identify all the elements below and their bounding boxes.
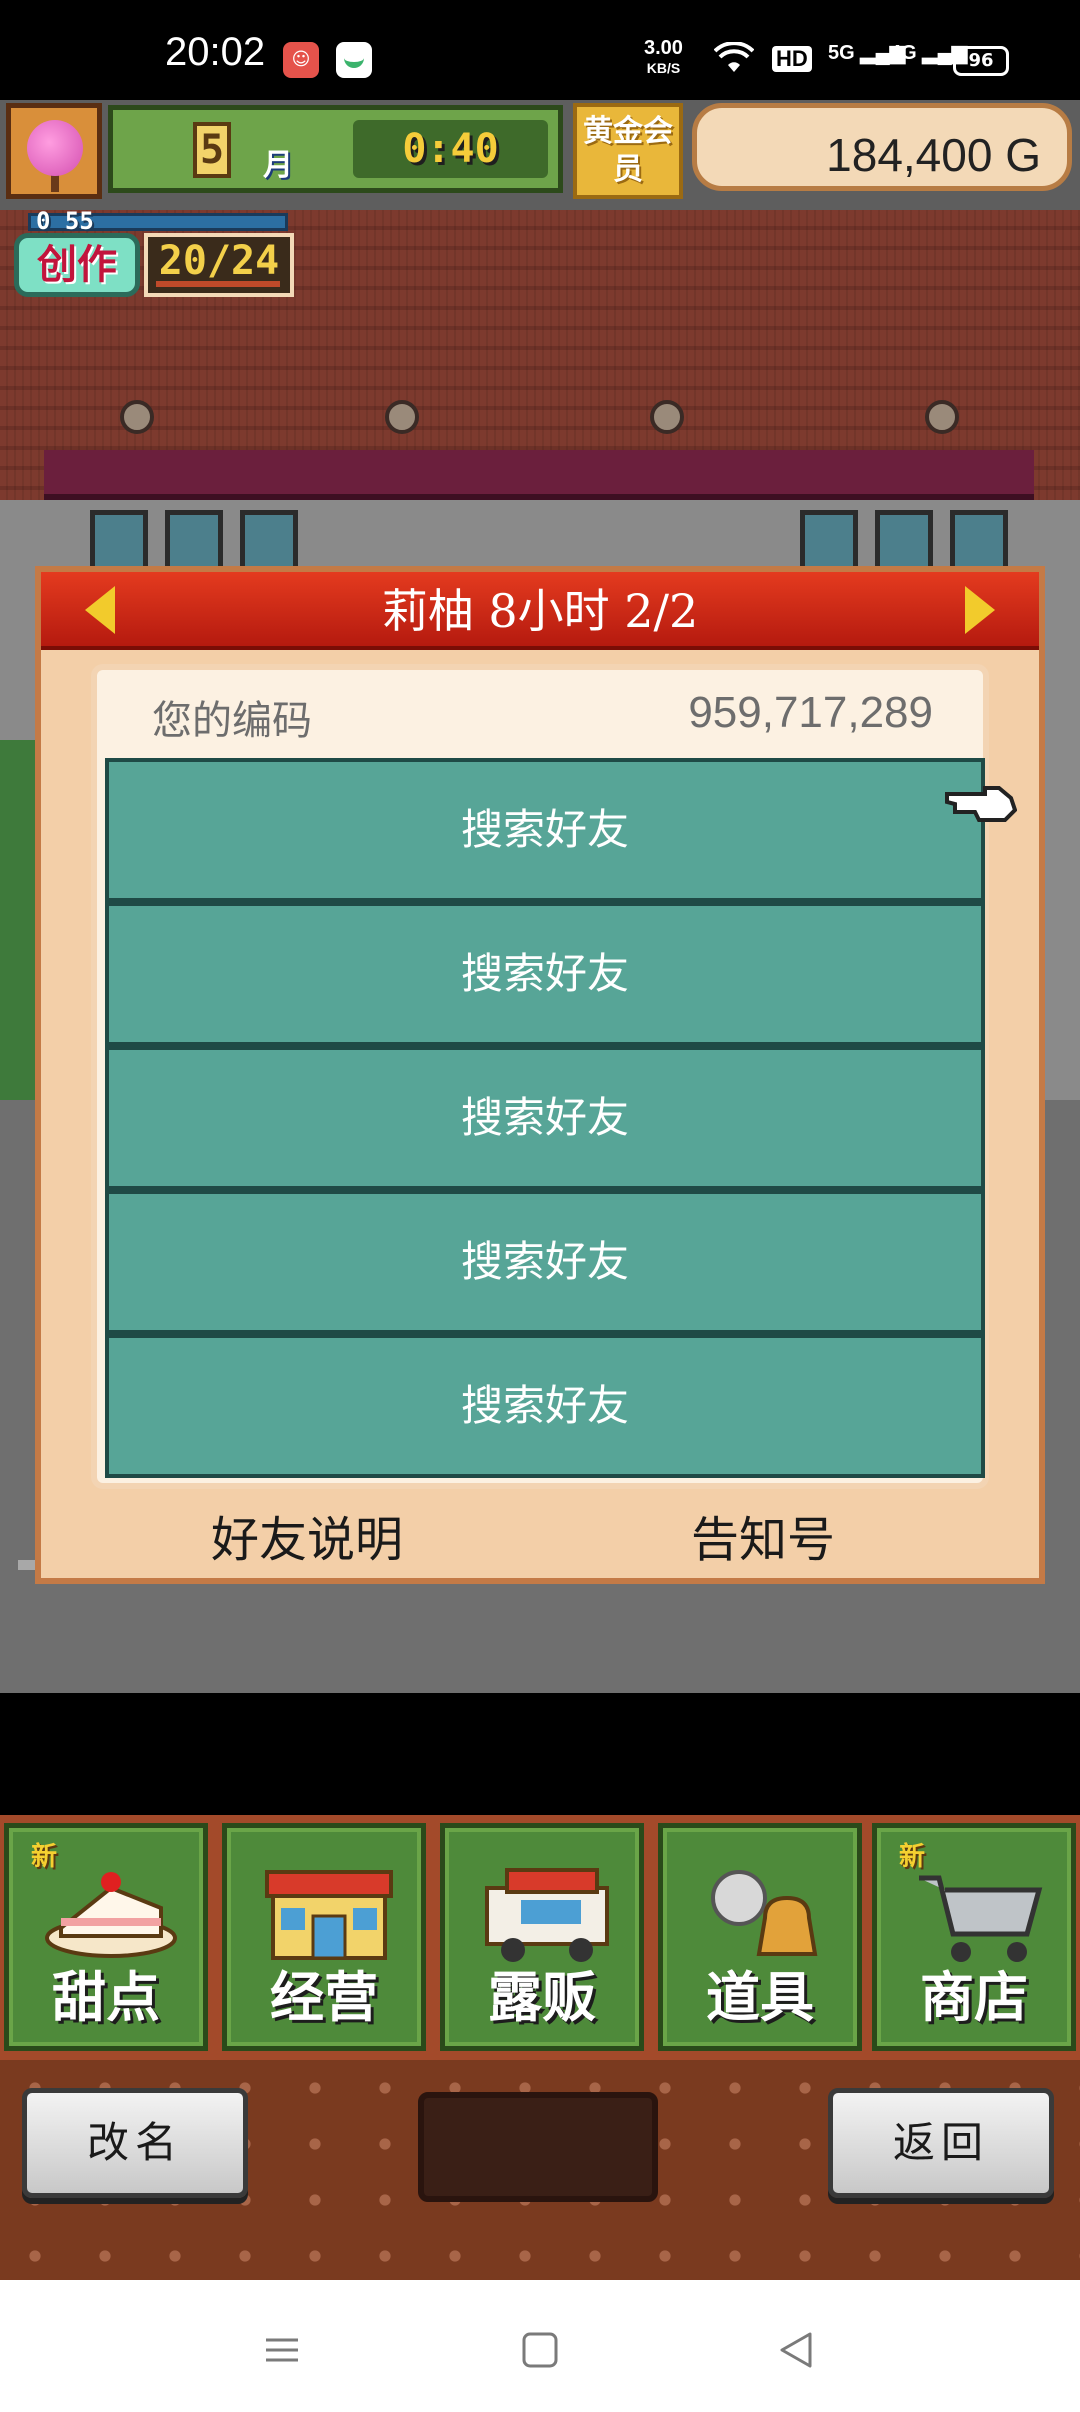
gold-member-badge[interactable]: 黄金会员 <box>573 103 683 199</box>
hd-icon: HD <box>772 46 812 72</box>
center-display-slot <box>418 2092 658 2202</box>
create-count: 20/24 <box>144 233 294 297</box>
status-bar: 20:02 ☺ 3.00 KB/S HD 5G ▂▄▆ 4G ▂▄▆ 96 <box>0 0 1080 100</box>
search-friend-slot[interactable]: 搜索好友 <box>105 758 985 902</box>
search-friend-label: 搜索好友 <box>460 949 629 998</box>
lamp-decoration <box>120 400 154 434</box>
menu-management-button[interactable]: 经营 <box>222 1823 426 2051</box>
notice-button[interactable]: 告知号 <box>691 1500 835 1570</box>
main-menu-bar: 新 甜点 经营 露贩 道具 新 商店 <box>0 1815 1080 2060</box>
search-friend-slot[interactable]: 搜索好友 <box>105 1190 985 1334</box>
menu-stall-label: 露贩 <box>488 1966 596 2029</box>
menu-items-button[interactable]: 道具 <box>658 1823 862 2051</box>
money-value: 184,400 G <box>826 129 1041 181</box>
status-time: 20:02 <box>165 30 266 74</box>
player-avatar-tree[interactable] <box>6 103 102 199</box>
create-progress-label: 0 55 <box>36 207 94 235</box>
lamp-decoration <box>925 400 959 434</box>
search-friend-label: 搜索好友 <box>460 1381 629 1430</box>
app-notification-icon: ☺ <box>283 42 319 78</box>
menu-management-label: 经营 <box>270 1966 378 2029</box>
menu-dessert-label: 甜点 <box>52 1966 160 2029</box>
pointer-hand-icon <box>945 780 1018 826</box>
item-bag-icon <box>695 1858 835 1968</box>
create-button[interactable]: 创作 <box>14 233 140 297</box>
menu-items-label: 道具 <box>706 1966 814 2029</box>
lamp-decoration <box>650 400 684 434</box>
friend-code-row: 您的编码 959,717,289 <box>97 670 983 758</box>
search-friend-slot[interactable]: 搜索好友 <box>105 1046 985 1190</box>
shopping-cart-icon <box>909 1858 1049 1968</box>
dialog-footer: 好友说明 告知号 <box>41 1492 1039 1578</box>
search-friend-slot[interactable]: 搜索好友 <box>105 1334 985 1478</box>
battery-indicator: 96 <box>953 46 1009 76</box>
tree-decoration <box>0 740 40 1140</box>
network-speed: 3.00 KB/S <box>644 38 683 78</box>
control-bar: 改名 返回 <box>0 2060 1080 2280</box>
system-nav-bar <box>0 2280 1080 2412</box>
search-friend-label: 搜索好友 <box>460 1093 629 1142</box>
menu-stall-button[interactable]: 露贩 <box>440 1823 644 2051</box>
food-truck-icon <box>477 1858 617 1968</box>
shop-awning <box>44 450 1034 500</box>
calendar-panel: 5 月 0:40 <box>108 105 563 193</box>
menu-icon[interactable] <box>262 2330 302 2380</box>
network-speed-unit: KB/S <box>646 60 681 76</box>
signal-5g-label: 5G <box>828 42 855 64</box>
menu-dessert-button[interactable]: 新 甜点 <box>4 1823 208 2051</box>
signal-4g-label: 4G <box>890 42 917 64</box>
back-button[interactable]: 返回 <box>828 2088 1054 2198</box>
month-label: 月 <box>263 148 293 183</box>
shop-building-icon <box>259 1858 399 1968</box>
search-friend-label: 搜索好友 <box>460 1237 629 1286</box>
lamp-decoration <box>385 400 419 434</box>
home-icon[interactable] <box>520 2330 560 2380</box>
scene-gap <box>0 1693 1080 1815</box>
app-notification-icon-2 <box>336 42 372 78</box>
cake-icon <box>41 1858 181 1968</box>
network-speed-value: 3.00 <box>644 37 683 59</box>
menu-shop-button[interactable]: 新 商店 <box>872 1823 1076 2051</box>
game-clock: 0:40 <box>353 120 548 178</box>
friend-dialog: 莉柚 8小时 2/2 您的编码 959,717,289 搜索好友 搜索好友 搜索… <box>35 566 1045 1584</box>
friend-panel: 您的编码 959,717,289 搜索好友 搜索好友 搜索好友 搜索好友 搜索好… <box>91 664 989 1489</box>
menu-shop-label: 商店 <box>920 1966 1028 2029</box>
wifi-icon <box>713 41 755 84</box>
dialog-header: 莉柚 8小时 2/2 <box>41 572 1039 650</box>
friend-help-button[interactable]: 好友说明 <box>211 1500 403 1570</box>
dialog-title: 莉柚 8小时 2/2 <box>381 584 699 638</box>
next-page-arrow-icon[interactable] <box>965 586 995 634</box>
back-nav-icon[interactable] <box>776 2330 816 2380</box>
friend-code-label: 您的编码 <box>152 698 312 744</box>
month-number: 5 <box>193 122 231 178</box>
friend-slot-list: 搜索好友 搜索好友 搜索好友 搜索好友 搜索好友 <box>105 758 985 1478</box>
create-panel: 0 55 创作 20/24 <box>6 207 294 301</box>
money-display: 184,400 G <box>692 103 1072 191</box>
friend-code-value: 959,717,289 <box>688 688 933 737</box>
rename-button[interactable]: 改名 <box>22 2088 248 2198</box>
search-friend-label: 搜索好友 <box>460 805 629 854</box>
search-friend-slot[interactable]: 搜索好友 <box>105 902 985 1046</box>
